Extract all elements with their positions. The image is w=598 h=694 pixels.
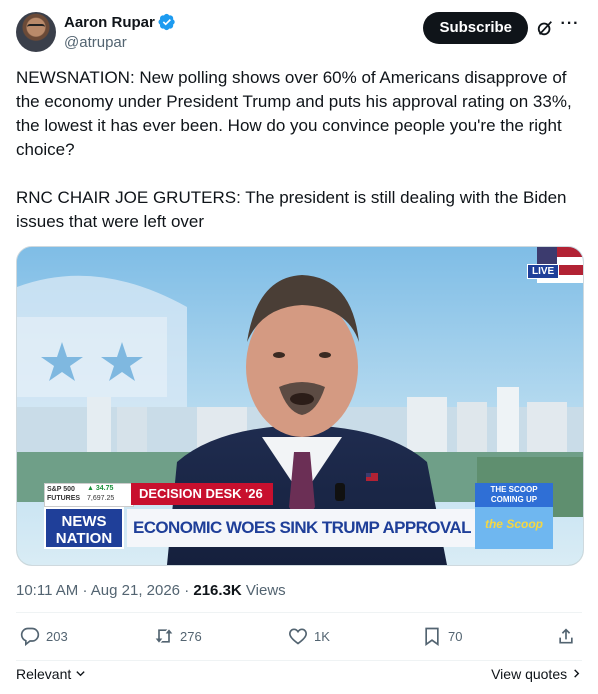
- share-icon: [559, 628, 573, 644]
- share-button[interactable]: [556, 626, 576, 646]
- chevron-down-icon: [76, 671, 85, 677]
- decision-desk-banner: DECISION DESK '26: [131, 483, 273, 505]
- scoop-logo-text: the Scoop: [484, 517, 543, 531]
- divider: [16, 660, 582, 661]
- ticker-value: 7,697.25: [87, 495, 115, 502]
- bookmark-count: 70: [448, 628, 463, 644]
- repost-count: 276: [180, 628, 202, 644]
- like-button[interactable]: 1K: [288, 626, 330, 646]
- tweet-media-video[interactable]: LIVE S&P 500 FUTURES ▲ 34.75 7,697.25 DE…: [16, 246, 584, 566]
- reply-button[interactable]: 203: [20, 626, 68, 646]
- author-info: Aaron Rupar @atrupar: [64, 13, 176, 51]
- views-count: 216.3K: [193, 582, 242, 599]
- bookmark-button[interactable]: 70: [422, 626, 462, 646]
- action-bar: 203 276 1K 70: [16, 626, 582, 656]
- view-quotes-label: View quotes: [491, 666, 568, 682]
- sort-dropdown[interactable]: Relevant: [16, 666, 86, 682]
- verified-icon: [158, 13, 175, 31]
- views-label: Views: [241, 582, 286, 599]
- avatar[interactable]: [16, 12, 56, 52]
- tweet-text: NEWSNATION: New polling shows over 60% o…: [16, 68, 572, 231]
- like-count: 1K: [314, 628, 330, 644]
- chevron-right-icon: [574, 669, 580, 678]
- divider: [16, 612, 582, 613]
- chyron-headline: ECONOMIC WOES SINK TRUMP APPROVAL RATING: [127, 509, 479, 547]
- like-icon: [289, 628, 307, 645]
- scoop-logo: the Scoop: [475, 507, 553, 549]
- stock-ticker: S&P 500 FUTURES ▲ 34.75 7,697.25: [44, 483, 134, 507]
- author-display-name[interactable]: Aaron Rupar: [64, 14, 155, 31]
- scoop-label: THE SCOOP COMING UP: [475, 483, 553, 507]
- tweet-time[interactable]: 10:11 AM: [16, 582, 78, 599]
- reply-count: 203: [46, 628, 68, 644]
- ticker-change: ▲ 34.75: [87, 485, 114, 492]
- reply-icon: [20, 627, 40, 646]
- repost-button[interactable]: 276: [154, 626, 202, 646]
- tweet-date[interactable]: Aug 21, 2026: [91, 582, 180, 599]
- author-handle[interactable]: @atrupar: [64, 34, 176, 51]
- repost-icon: [155, 629, 173, 643]
- more-icon[interactable]: ···: [560, 16, 580, 37]
- bookmark-icon: [425, 627, 439, 646]
- view-quotes-link[interactable]: View quotes: [491, 666, 582, 682]
- tweet-header: Aaron Rupar @atrupar Subscribe ···: [16, 11, 582, 55]
- live-badge: LIVE: [527, 264, 560, 279]
- grok-icon[interactable]: [536, 19, 554, 37]
- tweet-timestamp: 10:11 AM · Aug 21, 2026 · 216.3K Views: [16, 582, 286, 599]
- ticker-label: S&P 500 FUTURES: [47, 486, 81, 502]
- newsnation-logo: NEWS NATION: [44, 507, 124, 549]
- sort-label: Relevant: [16, 666, 72, 682]
- subscribe-button[interactable]: Subscribe: [423, 12, 528, 44]
